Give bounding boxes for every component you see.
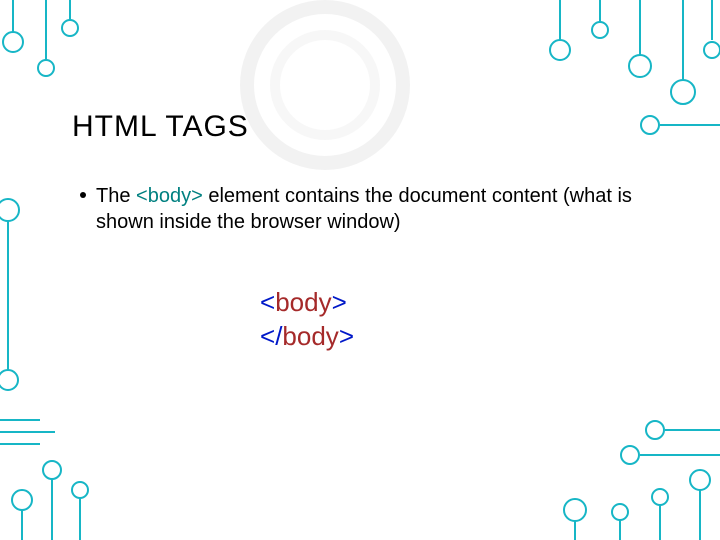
tag-name: body — [282, 321, 338, 351]
body-tag-literal: <body> — [136, 185, 203, 207]
angle-bracket-close-icon: > — [332, 287, 347, 317]
code-line-close: </body> — [260, 319, 354, 353]
angle-bracket-close-icon: > — [339, 321, 354, 351]
slide: HTML TAGS The <body> element contains th… — [0, 0, 720, 540]
angle-bracket-open-icon: < — [260, 287, 275, 317]
bullet-pre: The — [96, 185, 136, 207]
code-sample: <body> </body> — [260, 285, 354, 353]
bullet-dot-icon — [80, 192, 86, 198]
tag-name: body — [275, 287, 331, 317]
slide-title: HTML TAGS — [72, 110, 249, 144]
circuit-decoration — [0, 0, 720, 540]
bullet-item: The <body> element contains the document… — [80, 183, 670, 235]
angle-bracket-open-icon: < — [260, 321, 275, 351]
bullet-text: The <body> element contains the document… — [96, 183, 670, 235]
code-line-open: <body> — [260, 285, 354, 319]
